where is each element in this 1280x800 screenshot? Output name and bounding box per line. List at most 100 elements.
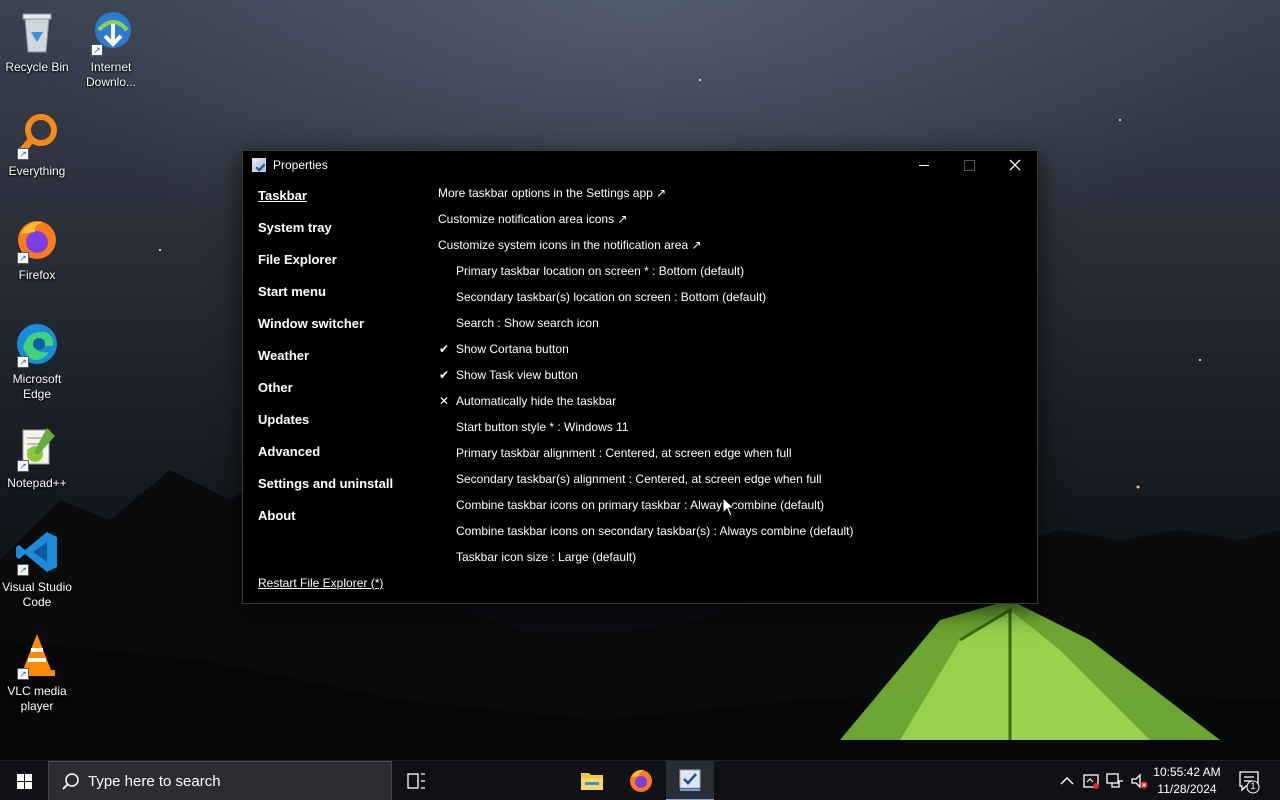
chevron-up-icon <box>1060 777 1074 785</box>
nav-item-taskbar[interactable]: Taskbar <box>258 187 428 219</box>
taskbar-clock[interactable]: 10:55:42 AM 11/28/2024 <box>1150 764 1224 798</box>
setting-label: Secondary taskbar(s) location on screen … <box>456 290 767 304</box>
desktop-icon-firefox[interactable]: ↗ Firefox <box>0 216 75 283</box>
desktop-icon-label: Notepad++ <box>7 476 67 490</box>
nav-item-advanced[interactable]: Advanced <box>258 443 428 475</box>
shortcut-arrow-icon: ↗ <box>17 564 29 576</box>
desktop-icon-microsoft-edge[interactable]: ↗ Microsoft Edge <box>0 320 75 402</box>
nav-item-about[interactable]: About <box>258 507 428 539</box>
restart-file-explorer-link[interactable]: Restart File Explorer (*) <box>258 576 383 590</box>
notification-count: 1 <box>1250 781 1256 791</box>
desktop-icon-label: Visual Studio Code <box>2 580 72 609</box>
recycle-bin-icon <box>13 8 61 56</box>
tray-app-icon <box>1083 774 1099 789</box>
desktop-icon-everything[interactable]: ↗ Everything <box>0 112 75 179</box>
setting-primary-taskbar-location[interactable]: Primary taskbar location on screen * : B… <box>438 263 1028 289</box>
setting-label: Primary taskbar alignment : Centered, at… <box>456 446 792 460</box>
desktop-icon-notepadpp[interactable]: ↗ Notepad++ <box>0 424 75 491</box>
nav-item-start-menu[interactable]: Start menu <box>258 283 428 315</box>
action-center-button[interactable]: 1 <box>1232 761 1272 800</box>
maximize-button[interactable] <box>946 151 992 179</box>
setting-label: Show Task view button <box>456 368 578 382</box>
show-hidden-icons-button[interactable] <box>1058 772 1076 790</box>
desktop-icon-label: Microsoft Edge <box>12 372 62 401</box>
setting-label: Primary taskbar location on screen * : B… <box>456 264 745 278</box>
properties-window: Properties Taskbar System tray File Expl… <box>242 150 1038 604</box>
setting-secondary-taskbar-alignment[interactable]: Secondary taskbar(s) alignment : Centere… <box>438 471 1028 497</box>
setting-label: Search : Show search icon <box>456 316 599 330</box>
setting-label: Secondary taskbar(s) alignment : Centere… <box>456 472 822 486</box>
desktop-icon-vlc[interactable]: ↗ VLC media player <box>0 632 75 714</box>
setting-label: Taskbar icon size : Large (default) <box>456 550 637 564</box>
setting-label: Automatically hide the taskbar <box>456 394 617 408</box>
task-view-icon <box>407 773 425 789</box>
notification-icons-link[interactable]: Customize notification area icons ↗ <box>438 211 1028 237</box>
checkmark-icon: ✔ <box>439 368 450 382</box>
shortcut-arrow-icon: ↗ <box>17 356 29 368</box>
desktop-icon-vscode[interactable]: ↗ Visual Studio Code <box>0 528 75 610</box>
shortcut-arrow-icon: ↗ <box>17 668 29 680</box>
nav-item-other[interactable]: Other <box>258 379 428 411</box>
setting-label: Combine taskbar icons on secondary taskb… <box>456 524 854 538</box>
taskbar-search-box[interactable] <box>48 761 392 800</box>
properties-app-icon <box>252 158 266 172</box>
network-button[interactable] <box>1106 772 1124 790</box>
setting-primary-taskbar-alignment[interactable]: Primary taskbar alignment : Centered, at… <box>438 445 1028 471</box>
task-view-button[interactable] <box>392 761 440 800</box>
nav-item-settings-and-uninstall[interactable]: Settings and uninstall <box>258 475 428 507</box>
nav-item-updates[interactable]: Updates <box>258 411 428 443</box>
vlc-icon: ↗ <box>13 632 61 680</box>
start-button[interactable] <box>0 761 48 800</box>
close-icon <box>1009 159 1021 171</box>
desktop-icon-recycle-bin[interactable]: Recycle Bin <box>0 8 75 75</box>
setting-label: Combine taskbar icons on primary taskbar… <box>456 498 825 512</box>
setting-search[interactable]: Search : Show search icon <box>438 315 1028 341</box>
shortcut-arrow-icon: ↗ <box>91 44 103 56</box>
clock-time: 10:55:42 AM <box>1153 765 1221 779</box>
volume-muted-icon <box>1131 773 1148 789</box>
volume-button[interactable] <box>1130 772 1148 790</box>
vscode-icon: ↗ <box>13 528 61 576</box>
close-button[interactable] <box>992 151 1038 179</box>
desktop-icon-internet-download-manager[interactable]: ↗ Internet Downlo... <box>73 8 149 90</box>
taskbar-file-explorer[interactable] <box>568 761 616 800</box>
setting-auto-hide-taskbar[interactable]: ✕ Automatically hide the taskbar <box>438 393 1028 419</box>
desktop-icon-label: Internet Downlo... <box>85 60 137 89</box>
desktop-icon-label: Firefox <box>18 268 56 282</box>
title-bar[interactable]: Properties <box>243 151 1037 179</box>
nav-item-window-switcher[interactable]: Window switcher <box>258 315 428 347</box>
nav-item-file-explorer[interactable]: File Explorer <box>258 251 428 283</box>
search-input[interactable] <box>88 762 378 800</box>
nav-item-system-tray[interactable]: System tray <box>258 219 428 251</box>
taskbar-properties-app[interactable] <box>666 761 714 800</box>
settings-app-link[interactable]: More taskbar options in the Settings app… <box>438 185 1028 211</box>
setting-show-task-view-button[interactable]: ✔ Show Task view button <box>438 367 1028 393</box>
nav-item-weather[interactable]: Weather <box>258 347 428 379</box>
file-explorer-icon <box>581 773 603 790</box>
search-icon <box>62 773 79 790</box>
internet-download-manager-icon: ↗ <box>87 8 135 56</box>
setting-label: Show Cortana button <box>456 342 569 356</box>
firefox-icon: ↗ <box>13 216 61 264</box>
setting-secondary-taskbar-location[interactable]: Secondary taskbar(s) location on screen … <box>438 289 1028 315</box>
properties-app-icon <box>679 769 701 791</box>
network-icon <box>1106 773 1123 788</box>
setting-combine-secondary-icons[interactable]: Combine taskbar icons on secondary taskb… <box>438 523 1028 549</box>
taskbar-firefox[interactable] <box>617 761 665 800</box>
desktop-icon-label: Recycle Bin <box>5 60 69 74</box>
cross-mark-icon: ✕ <box>439 394 450 408</box>
setting-label: Start button style * : Windows 11 <box>456 420 629 434</box>
setting-taskbar-icon-size[interactable]: Taskbar icon size : Large (default) <box>438 549 1028 575</box>
system-icons-link[interactable]: Customize system icons in the notificati… <box>438 237 1028 263</box>
checkmark-icon: ✔ <box>439 342 450 356</box>
firefox-icon <box>630 769 652 792</box>
minimize-button[interactable] <box>901 151 947 179</box>
edge-icon: ↗ <box>13 320 61 368</box>
setting-start-button-style[interactable]: Start button style * : Windows 11 <box>438 419 1028 445</box>
desktop-icon-label: Everything <box>8 164 66 178</box>
everything-search-icon: ↗ <box>13 112 61 160</box>
desktop-icon-label: VLC media player <box>7 684 67 713</box>
clock-date: 11/28/2024 <box>1157 782 1217 796</box>
tray-app-button[interactable] <box>1082 772 1100 790</box>
setting-show-cortana-button[interactable]: ✔ Show Cortana button <box>438 341 1028 367</box>
